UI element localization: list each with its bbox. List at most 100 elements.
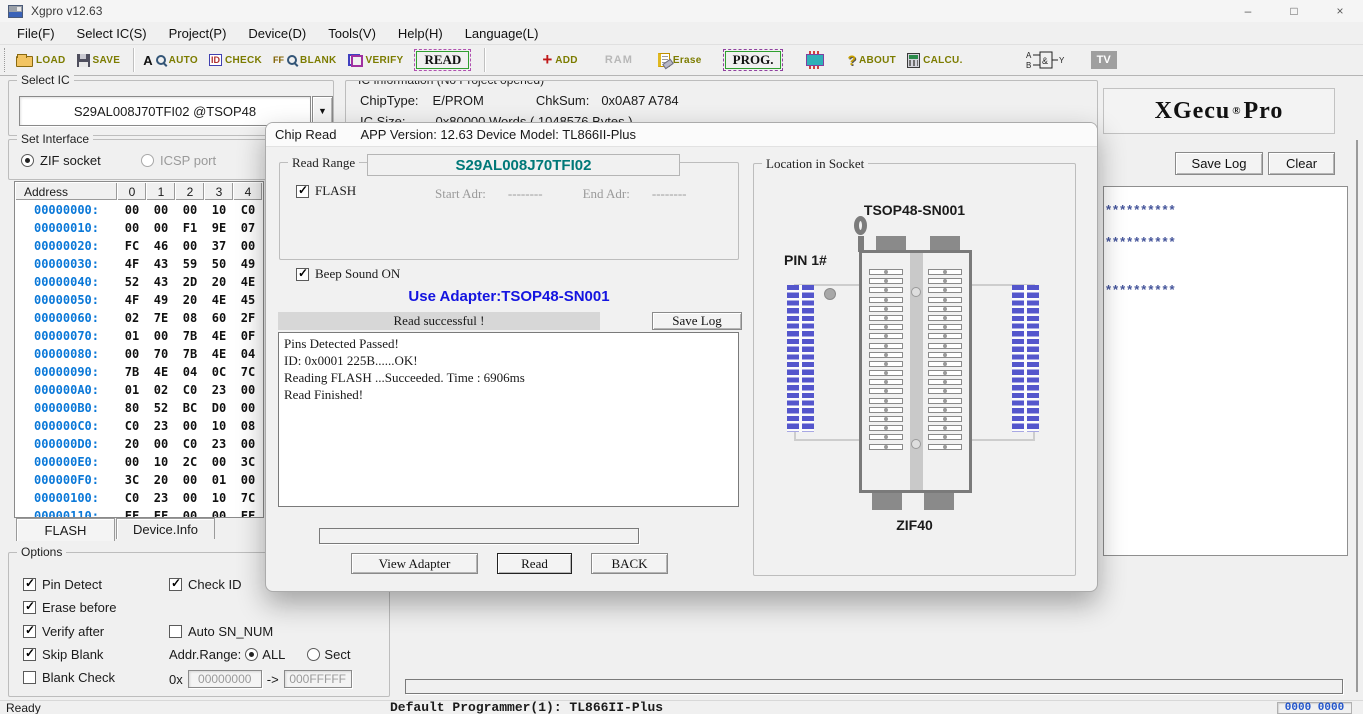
hex-cell[interactable]: 4E — [205, 327, 234, 345]
clear-button[interactable]: Clear — [1268, 152, 1335, 175]
dialog-title-bar[interactable]: Chip Read APP Version: 12.63 Device Mode… — [266, 123, 1097, 147]
hex-cell[interactable]: 9E — [205, 219, 234, 237]
check-id-checkbox[interactable]: Check ID — [169, 577, 241, 592]
hex-cell[interactable]: 00 — [147, 327, 176, 345]
hex-cell[interactable]: 52 — [118, 273, 147, 291]
dialog-read-button[interactable]: Read — [497, 553, 572, 574]
hex-cell[interactable]: 00 — [234, 237, 263, 255]
hex-cell[interactable]: 00 — [205, 507, 234, 519]
hex-cell[interactable]: C0 — [118, 417, 147, 435]
hex-cell[interactable]: 00 — [118, 345, 147, 363]
menu-item-projectp[interactable]: Project(P) — [158, 24, 238, 43]
hex-cell[interactable]: 49 — [147, 291, 176, 309]
hex-cell[interactable]: 45 — [234, 291, 263, 309]
hex-cell[interactable]: 08 — [234, 417, 263, 435]
menu-item-toolsv[interactable]: Tools(V) — [317, 24, 387, 43]
zif-socket-radio[interactable]: ZIF socket — [21, 153, 101, 168]
hex-cell[interactable]: BC — [176, 399, 205, 417]
add-button[interactable]: + ADD — [542, 53, 578, 67]
hex-cell[interactable]: C0 — [118, 489, 147, 507]
hex-cell[interactable]: 50 — [205, 255, 234, 273]
hex-cell[interactable]: 3C — [234, 453, 263, 471]
flash-checkbox[interactable]: FLASH — [296, 183, 356, 199]
hex-cell[interactable]: 00 — [118, 201, 147, 219]
hex-cell[interactable]: FF — [234, 507, 263, 519]
hex-cell[interactable]: 4F — [118, 291, 147, 309]
beep-checkbox[interactable]: Beep Sound ON — [296, 266, 400, 282]
menu-item-selectics[interactable]: Select IC(S) — [66, 24, 158, 43]
hex-cell[interactable]: 01 — [205, 471, 234, 489]
blank-button[interactable]: FF BLANK — [273, 55, 337, 66]
hex-cell[interactable]: 00 — [118, 453, 147, 471]
save-log-button[interactable]: Save Log — [1175, 152, 1263, 175]
erase-before-checkbox[interactable]: Erase before — [23, 600, 116, 615]
hex-cell[interactable]: 00 — [234, 471, 263, 489]
hex-cell[interactable]: 4E — [205, 345, 234, 363]
view-adapter-button[interactable]: View Adapter — [351, 553, 478, 574]
logic-gate-button[interactable]: A B & Y — [1026, 50, 1066, 70]
hex-cell[interactable]: 00 — [147, 435, 176, 453]
hex-cell[interactable]: 00 — [147, 219, 176, 237]
hex-cell[interactable]: 10 — [205, 417, 234, 435]
hex-cell[interactable]: 0C — [205, 363, 234, 381]
hex-cell[interactable]: 00 — [118, 219, 147, 237]
tab-device-info[interactable]: Device.Info — [116, 518, 215, 539]
hex-cell[interactable]: FF — [147, 507, 176, 519]
hex-cell[interactable]: 49 — [234, 255, 263, 273]
hex-cell[interactable]: 52 — [147, 399, 176, 417]
auto-sn-checkbox[interactable]: Auto SN_NUM — [169, 624, 273, 639]
hex-cell[interactable]: 4E — [205, 291, 234, 309]
hex-cell[interactable]: 7B — [176, 345, 205, 363]
read-button[interactable]: READ — [414, 49, 471, 71]
hex-cell[interactable]: 4F — [118, 255, 147, 273]
addr-range-sect-radio[interactable] — [307, 648, 320, 661]
hex-cell[interactable]: C0 — [234, 201, 263, 219]
hex-cell[interactable]: 08 — [176, 309, 205, 327]
hex-cell[interactable]: FF — [118, 507, 147, 519]
hex-cell[interactable]: 7E — [147, 309, 176, 327]
hex-cell[interactable]: 80 — [118, 399, 147, 417]
auto-button[interactable]: A AUTO — [143, 53, 198, 68]
calculator-button[interactable]: CALCU. — [907, 53, 963, 68]
hex-cell[interactable]: 04 — [176, 363, 205, 381]
maximize-icon[interactable]: □ — [1271, 0, 1317, 22]
prog-button[interactable]: PROG. — [723, 49, 784, 71]
hex-cell[interactable]: 00 — [234, 381, 263, 399]
menu-item-deviced[interactable]: Device(D) — [237, 24, 317, 43]
hex-cell[interactable]: 01 — [118, 327, 147, 345]
range-to-input[interactable]: 000FFFFF — [284, 670, 352, 688]
hex-cell[interactable]: F1 — [176, 219, 205, 237]
check-id-button[interactable]: ID CHECK — [209, 54, 262, 66]
hex-cell[interactable]: 2D — [176, 273, 205, 291]
hex-cell[interactable]: 2F — [234, 309, 263, 327]
hex-cell[interactable]: 43 — [147, 255, 176, 273]
about-button[interactable]: ? ABOUT — [847, 52, 896, 68]
menu-item-languagel[interactable]: Language(L) — [454, 24, 550, 43]
hex-cell[interactable]: 01 — [118, 381, 147, 399]
hex-cell[interactable]: 00 — [176, 507, 205, 519]
hex-cell[interactable]: 02 — [118, 309, 147, 327]
hex-cell[interactable]: 00 — [234, 399, 263, 417]
erase-button[interactable]: Erase — [658, 53, 702, 67]
hex-cell[interactable]: 00 — [176, 237, 205, 255]
hex-cell[interactable]: 07 — [234, 219, 263, 237]
hex-cell[interactable]: 4E — [234, 273, 263, 291]
hex-cell[interactable]: 3C — [118, 471, 147, 489]
addr-range-all-radio[interactable] — [245, 648, 258, 661]
hex-cell[interactable]: 10 — [147, 453, 176, 471]
hex-cell[interactable]: 20 — [147, 471, 176, 489]
hex-cell[interactable]: 10 — [205, 201, 234, 219]
hex-cell[interactable]: 46 — [147, 237, 176, 255]
save-button[interactable]: SAVE — [77, 54, 121, 67]
hex-cell[interactable]: 20 — [205, 273, 234, 291]
back-button[interactable]: BACK — [591, 553, 668, 574]
hex-cell[interactable]: 00 — [234, 435, 263, 453]
chip-test-button[interactable] — [806, 50, 824, 70]
hex-cell[interactable]: 00 — [205, 453, 234, 471]
hex-cell[interactable]: C0 — [176, 381, 205, 399]
hex-cell[interactable]: 59 — [176, 255, 205, 273]
hex-cell[interactable]: 02 — [147, 381, 176, 399]
hex-cell[interactable]: 20 — [176, 291, 205, 309]
hex-cell[interactable]: 23 — [205, 381, 234, 399]
hex-cell[interactable]: 2C — [176, 453, 205, 471]
